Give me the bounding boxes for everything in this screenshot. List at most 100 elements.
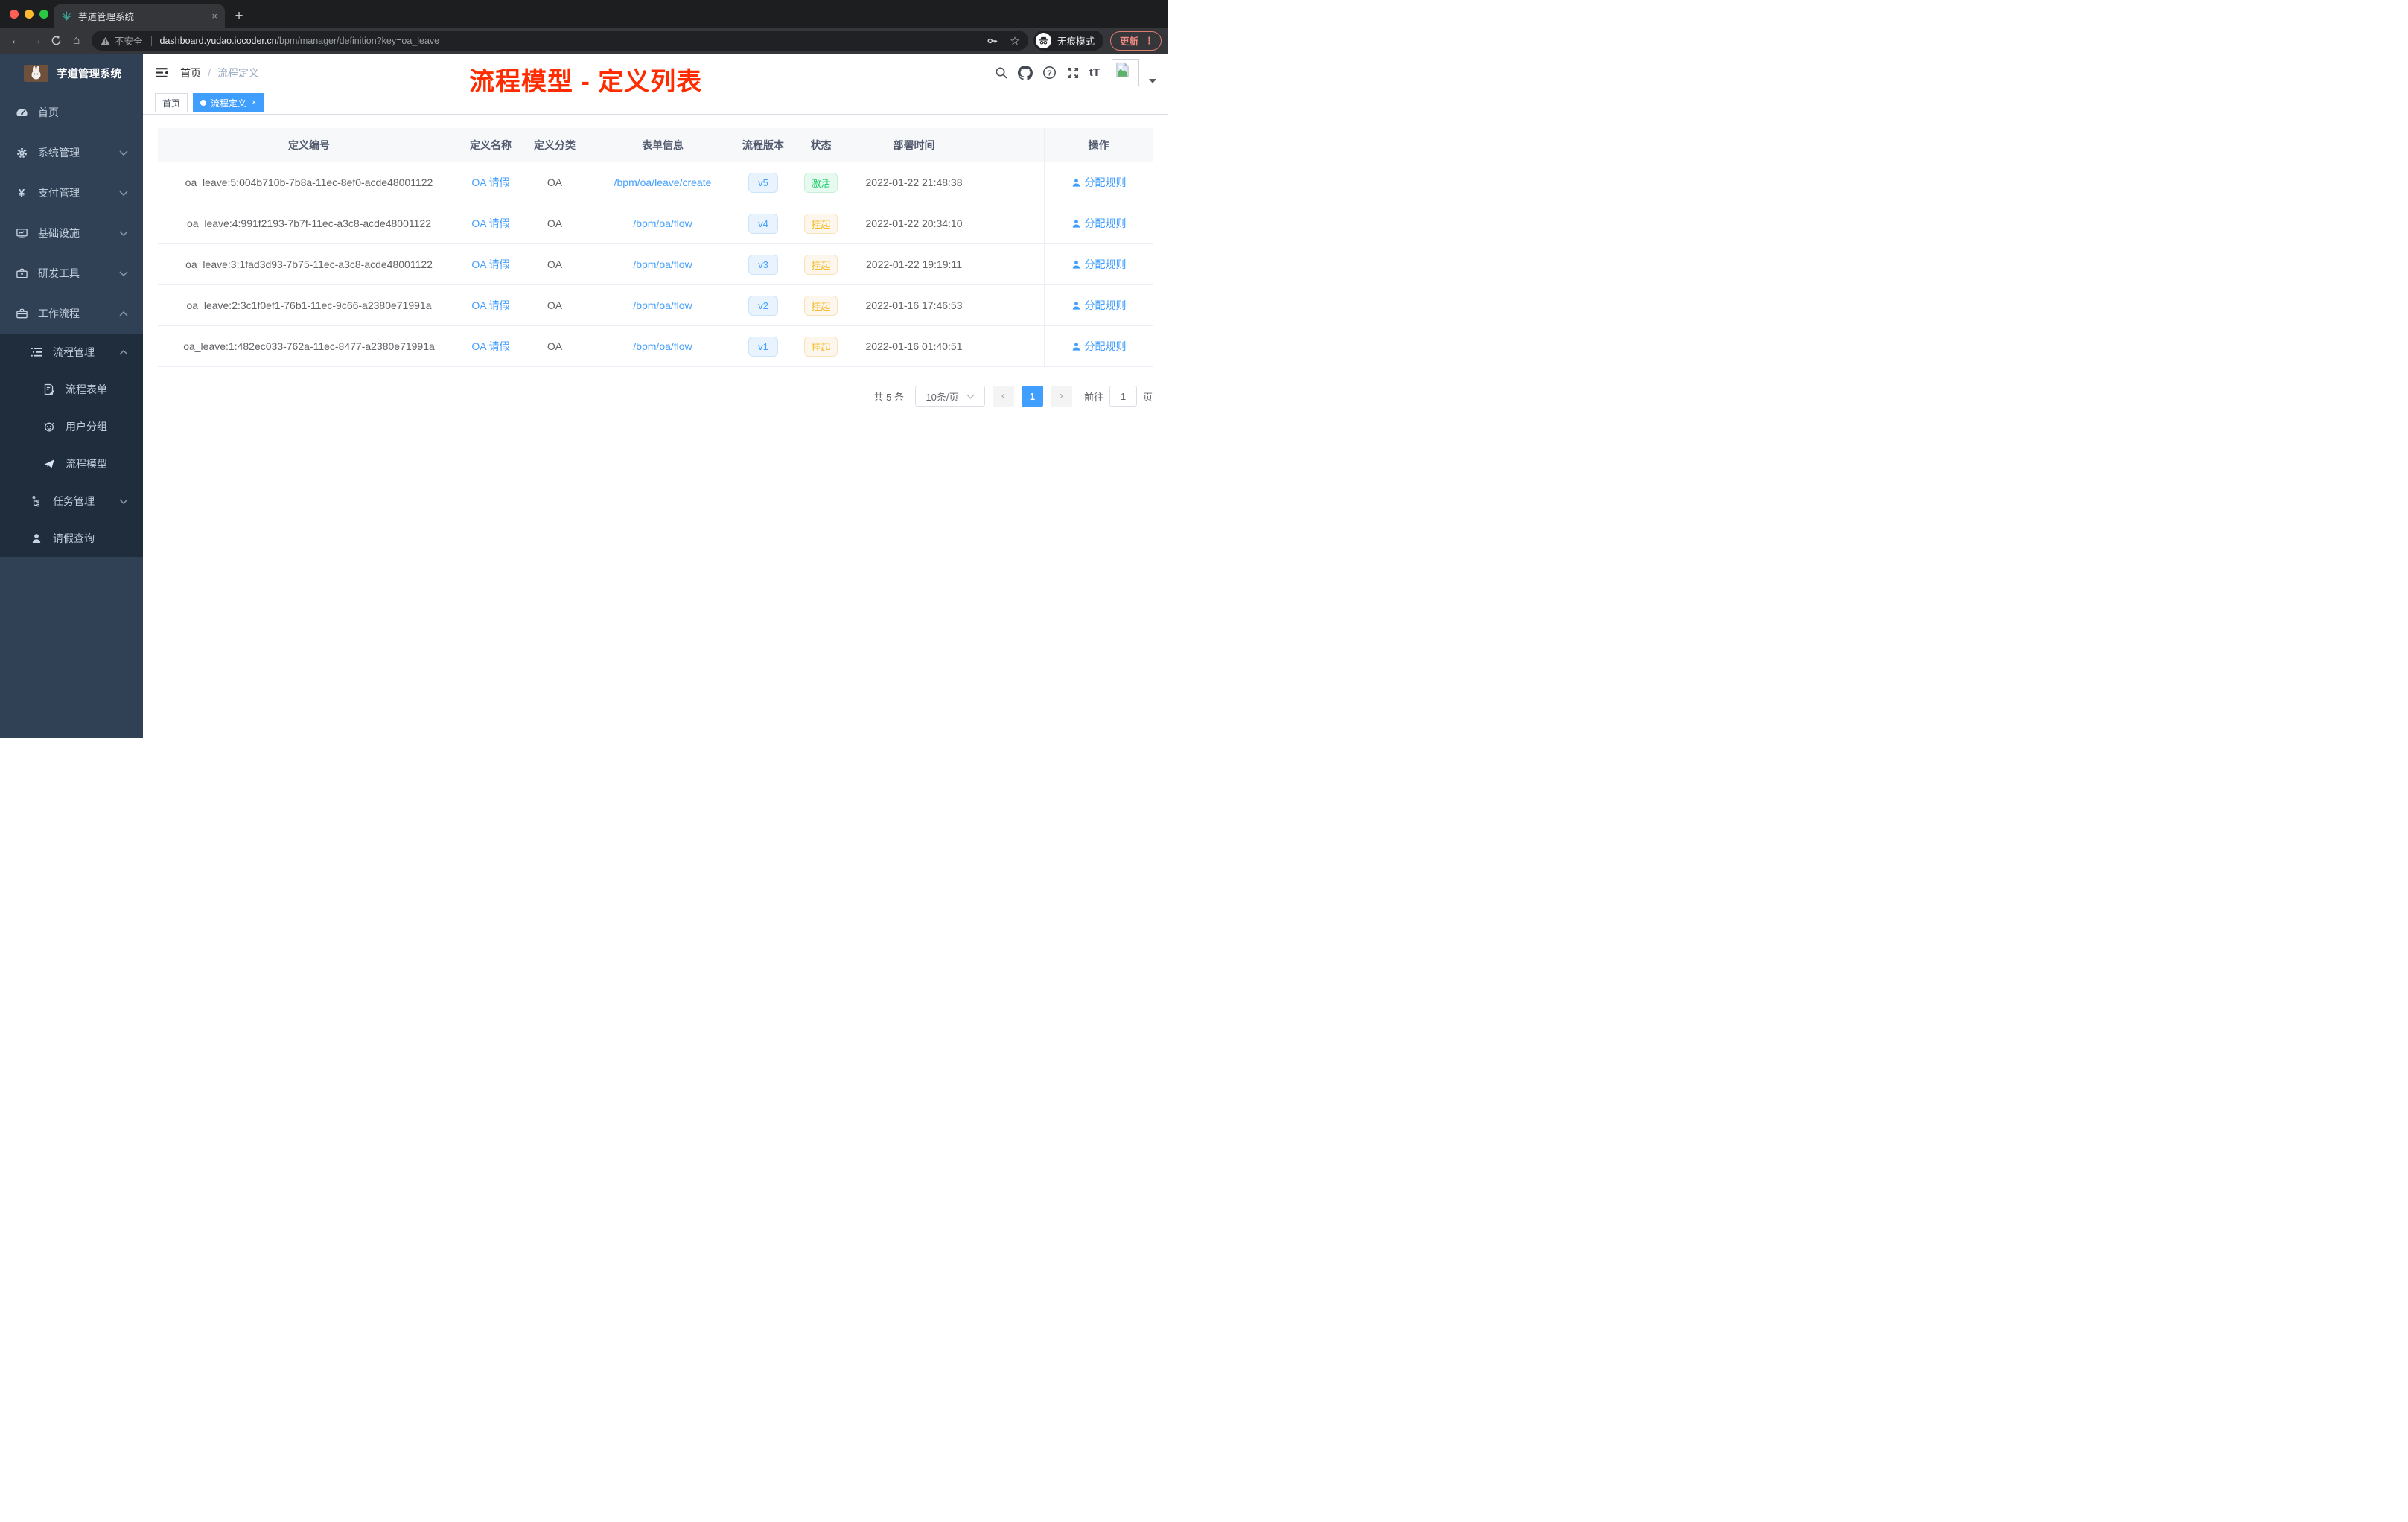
sidebar-item-process-manage[interactable]: 流程管理 bbox=[0, 334, 143, 371]
form-link[interactable]: /bpm/oa/flow bbox=[633, 299, 692, 311]
help-icon[interactable]: ? bbox=[1042, 66, 1057, 80]
version-badge: v4 bbox=[748, 213, 778, 234]
security-label[interactable]: 不安全 bbox=[115, 34, 143, 48]
yen-icon: ¥ bbox=[18, 186, 25, 200]
window-close-button[interactable] bbox=[10, 10, 19, 19]
avatar[interactable] bbox=[1112, 59, 1139, 86]
definition-name-link[interactable]: OA 请假 bbox=[471, 257, 509, 272]
tag-process-definition[interactable]: 流程定义 × bbox=[193, 93, 264, 112]
search-icon[interactable] bbox=[995, 66, 1008, 80]
tag-close-icon[interactable]: × bbox=[252, 98, 256, 107]
home-icon[interactable]: ⌂ bbox=[66, 31, 86, 51]
definition-id: oa_leave:3:1fad3d93-7b75-11ec-a3c8-acde4… bbox=[185, 258, 433, 270]
table-row: oa_leave:1:482ec033-762a-11ec-8477-a2380… bbox=[158, 326, 1153, 367]
column-header: 表单信息 bbox=[642, 138, 684, 151]
robot-face-icon bbox=[42, 421, 56, 433]
browser-toolbar: ← → ⌂ 不安全 dashboard.yudao.iocoder.cn/bpm… bbox=[0, 28, 1168, 54]
form-link[interactable]: /bpm/oa/flow bbox=[633, 340, 692, 352]
assign-rule-button[interactable]: 分配规则 bbox=[1071, 175, 1127, 190]
sidebar-item-payment[interactable]: ¥ 支付管理 bbox=[0, 173, 143, 213]
security-warning-icon bbox=[101, 36, 110, 45]
sidebar-collapse-icon[interactable] bbox=[156, 67, 168, 78]
chevron-down-icon bbox=[119, 150, 128, 156]
person-icon bbox=[1072, 178, 1080, 187]
browser-update-menu-button[interactable]: 更新 ⋮ bbox=[1109, 31, 1162, 51]
sidebar-item-label: 研发工具 bbox=[38, 267, 80, 279]
definition-name-link[interactable]: OA 请假 bbox=[471, 216, 509, 231]
tag-label: 流程定义 bbox=[211, 98, 247, 109]
form-link[interactable]: /bpm/oa/flow bbox=[633, 258, 692, 270]
assign-rule-button[interactable]: 分配规则 bbox=[1071, 216, 1127, 231]
pagination-total: 共 5 条 bbox=[873, 391, 904, 403]
tab-close-icon[interactable]: × bbox=[211, 10, 217, 22]
chevron-down-icon bbox=[119, 190, 128, 196]
definition-name-link[interactable]: OA 请假 bbox=[471, 175, 509, 190]
paper-plane-icon bbox=[42, 458, 56, 470]
new-tab-button[interactable]: + bbox=[228, 5, 250, 28]
column-header: 流程版本 bbox=[742, 138, 784, 151]
definition-category: OA bbox=[547, 176, 563, 188]
sidebar-item-infrastructure[interactable]: 基础设施 bbox=[0, 213, 143, 253]
status-badge: 激活 bbox=[804, 172, 838, 193]
document-edit-icon bbox=[42, 383, 56, 395]
status-badge: 挂起 bbox=[804, 336, 838, 357]
reload-icon[interactable] bbox=[46, 31, 66, 51]
goto-page-input[interactable] bbox=[1109, 386, 1137, 407]
sidebar-item-process-form[interactable]: 流程表单 bbox=[0, 371, 143, 408]
breadcrumb-home[interactable]: 首页 bbox=[180, 66, 201, 80]
url-text[interactable]: dashboard.yudao.iocoder.cn/bpm/manager/d… bbox=[160, 36, 440, 46]
browser-tab[interactable]: 芋道管理系统 × bbox=[54, 4, 225, 28]
github-icon[interactable] bbox=[1017, 65, 1033, 80]
page-size-value: 10条/页 bbox=[926, 391, 959, 403]
url-domain: dashboard.yudao.iocoder.cn bbox=[159, 35, 277, 46]
sidebar-item-workflow[interactable]: 工作流程 bbox=[0, 293, 143, 334]
sidebar-item-process-model[interactable]: 流程模型 bbox=[0, 445, 143, 483]
forward-icon[interactable]: → bbox=[26, 31, 46, 51]
assign-rule-button[interactable]: 分配规则 bbox=[1071, 298, 1127, 313]
password-key-icon[interactable] bbox=[984, 35, 1001, 47]
back-icon[interactable]: ← bbox=[6, 31, 26, 51]
sidebar-item-task-manage[interactable]: 任务管理 bbox=[0, 483, 143, 520]
column-header: 部署时间 bbox=[893, 138, 935, 151]
status-badge: 挂起 bbox=[804, 213, 838, 234]
form-link[interactable]: /bpm/oa/leave/create bbox=[614, 176, 712, 188]
assign-rule-button[interactable]: 分配规则 bbox=[1071, 339, 1127, 354]
sidebar-item-system[interactable]: 系统管理 bbox=[0, 133, 143, 173]
page-1-button[interactable]: 1 bbox=[1021, 386, 1043, 407]
sidebar-item-leave-query[interactable]: 请假查询 bbox=[0, 520, 143, 557]
browser-tabstrip: 芋道管理系统 × + bbox=[0, 0, 1168, 28]
definition-name-link[interactable]: OA 请假 bbox=[471, 339, 509, 354]
page-size-select[interactable]: 10条/页 bbox=[914, 386, 985, 407]
tag-home[interactable]: 首页 bbox=[155, 93, 188, 112]
chevron-up-icon bbox=[119, 349, 128, 355]
main-area: 流程模型 - 定义列表 首页 / 流程定义 ? tT 首页 流程定义 × 定义编… bbox=[143, 54, 1168, 738]
definition-category: OA bbox=[547, 299, 563, 311]
fullscreen-icon[interactable] bbox=[1066, 66, 1080, 80]
bookmark-star-icon[interactable]: ☆ bbox=[1006, 34, 1024, 48]
definition-name-link[interactable]: OA 请假 bbox=[471, 298, 509, 313]
sidebar-item-label: 工作流程 bbox=[38, 308, 80, 319]
avatar-caret-icon[interactable] bbox=[1149, 78, 1156, 83]
assign-rule-button[interactable]: 分配规则 bbox=[1071, 257, 1127, 272]
kebab-menu-icon: ⋮ bbox=[1144, 34, 1154, 46]
next-page-button[interactable]: › bbox=[1050, 386, 1072, 407]
sidebar-item-home[interactable]: 首页 bbox=[0, 92, 143, 133]
font-size-icon[interactable]: tT bbox=[1089, 66, 1100, 79]
window-minimize-button[interactable] bbox=[25, 10, 34, 19]
sidebar-item-user-group[interactable]: 用户分组 bbox=[0, 408, 143, 445]
version-badge: v2 bbox=[748, 295, 778, 316]
column-header: 定义分类 bbox=[534, 138, 576, 151]
person-icon bbox=[1072, 342, 1080, 351]
page-unit-label: 页 bbox=[1142, 391, 1153, 403]
workflow-submenu: 流程管理 流程表单 用户分组 流程模型 任务管理 请假查询 bbox=[0, 334, 143, 557]
window-zoom-button[interactable] bbox=[39, 10, 48, 19]
address-bar[interactable]: 不安全 dashboard.yudao.iocoder.cn/bpm/manag… bbox=[92, 31, 1028, 51]
form-link[interactable]: /bpm/oa/flow bbox=[633, 217, 692, 229]
sidebar-logo[interactable]: 芋道管理系统 bbox=[0, 54, 143, 92]
deploy-time: 2022-01-22 19:19:11 bbox=[866, 258, 962, 270]
definition-id: oa_leave:1:482ec033-762a-11ec-8477-a2380… bbox=[183, 340, 435, 352]
prev-page-button[interactable]: ‹ bbox=[992, 386, 1014, 407]
sidebar: 芋道管理系统 首页 系统管理 ¥ 支付管理 基础设施 研发工具 工作流程 流程管… bbox=[0, 54, 143, 738]
sidebar-item-dev-tools[interactable]: 研发工具 bbox=[0, 253, 143, 293]
window-controls bbox=[10, 10, 48, 19]
